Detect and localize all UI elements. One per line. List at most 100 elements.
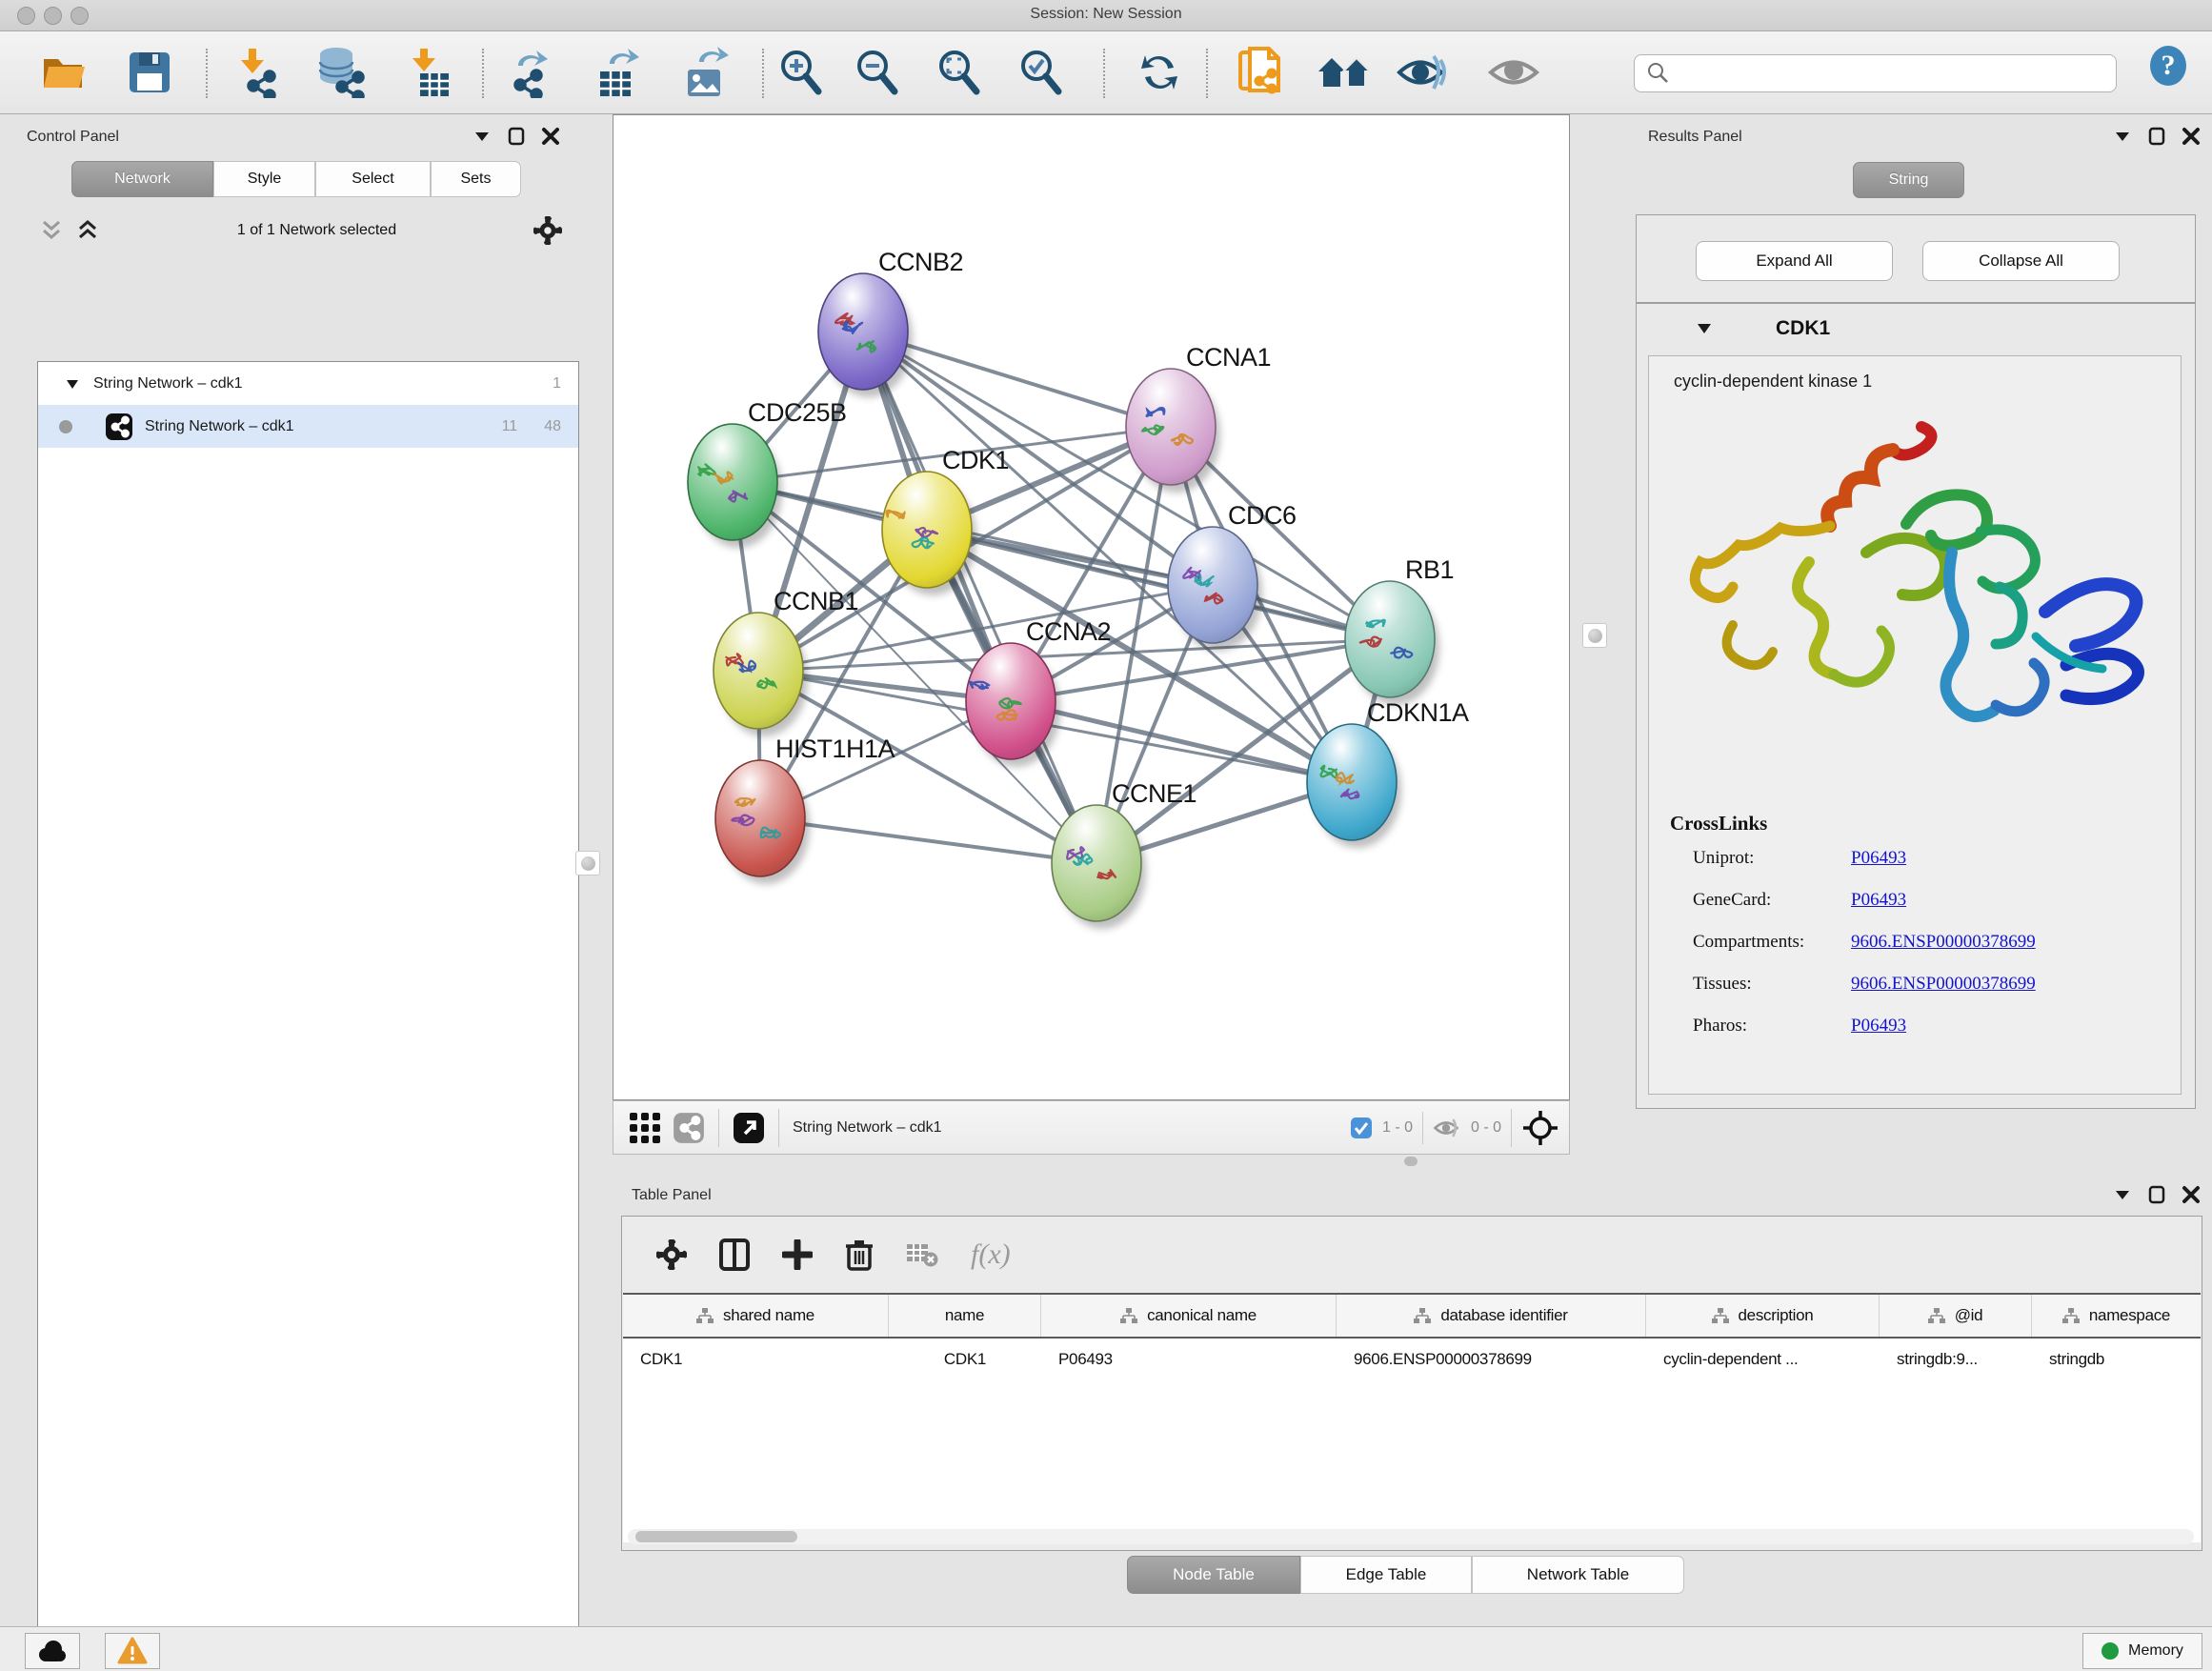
network-node-label: RB1 bbox=[1405, 555, 1454, 584]
crosslink-link[interactable]: P06493 bbox=[1851, 1016, 1906, 1037]
cloud-button[interactable] bbox=[25, 1633, 80, 1669]
cell-id: stringdb:9... bbox=[1880, 1339, 2032, 1380]
help-button[interactable]: ? bbox=[2145, 43, 2191, 93]
search-box[interactable] bbox=[1634, 54, 2117, 92]
tab-style[interactable]: Style bbox=[213, 161, 315, 197]
delete-table-icon[interactable] bbox=[906, 1241, 938, 1268]
column-header[interactable]: description bbox=[1646, 1295, 1880, 1337]
selected-checkbox-icon[interactable] bbox=[1350, 1117, 1373, 1139]
zoom-fit-icon bbox=[935, 48, 984, 97]
panel-maximize-icon[interactable] bbox=[507, 127, 526, 146]
crosslink-link[interactable]: P06493 bbox=[1851, 848, 1906, 869]
crosslink-link[interactable]: P06493 bbox=[1851, 890, 1906, 911]
network-node-label: CDK1 bbox=[942, 446, 1009, 474]
tab-node-table[interactable]: Node Table bbox=[1127, 1556, 1300, 1594]
zoom-in-button[interactable] bbox=[774, 45, 829, 100]
import-table-file-button[interactable] bbox=[400, 45, 455, 100]
entry-expander-icon[interactable] bbox=[1696, 320, 1713, 337]
panel-float-menu-icon[interactable] bbox=[2113, 1185, 2132, 1204]
save-session-button[interactable] bbox=[122, 45, 177, 100]
column-header[interactable]: name bbox=[889, 1295, 1041, 1337]
zoom-out-button[interactable] bbox=[850, 45, 905, 100]
tab-sets[interactable]: Sets bbox=[431, 161, 521, 197]
save-floppy-icon bbox=[128, 50, 171, 94]
tab-select[interactable]: Select bbox=[315, 161, 431, 197]
left-splitter-handle[interactable] bbox=[575, 851, 600, 876]
warnings-button[interactable] bbox=[105, 1633, 160, 1669]
column-header[interactable]: @id bbox=[1880, 1295, 2032, 1337]
network-edge[interactable] bbox=[760, 818, 1096, 863]
export-table-button[interactable] bbox=[591, 45, 646, 100]
hide-selected-button[interactable] bbox=[1395, 45, 1450, 100]
network-collection-row[interactable]: String Network – cdk1 1 bbox=[38, 362, 578, 405]
search-input[interactable] bbox=[1679, 64, 2116, 83]
network-node-CDK1[interactable] bbox=[882, 472, 972, 588]
zoom-selected-button[interactable] bbox=[1014, 45, 1069, 100]
open-session-button[interactable] bbox=[37, 45, 92, 100]
crosslink-link[interactable]: 9606.ENSP00000378699 bbox=[1851, 932, 2036, 953]
network-edge[interactable] bbox=[1011, 701, 1352, 782]
network-node-RB1[interactable] bbox=[1345, 581, 1435, 697]
memory-button[interactable]: Memory bbox=[2082, 1633, 2202, 1669]
network-options-gear-icon[interactable] bbox=[533, 216, 562, 245]
expand-all-icon[interactable] bbox=[75, 218, 100, 243]
panel-float-menu-icon[interactable] bbox=[473, 127, 492, 146]
export-network-button[interactable] bbox=[503, 45, 558, 100]
collapse-all-button[interactable]: Collapse All bbox=[1922, 241, 2120, 281]
table-horizontal-scrollbar[interactable] bbox=[628, 1529, 2194, 1544]
network-node-CDC6[interactable] bbox=[1168, 527, 1257, 643]
entry-description: cyclin-dependent kinase 1 bbox=[1674, 372, 1872, 392]
expand-all-button[interactable]: Expand All bbox=[1696, 241, 1893, 281]
network-node-HIST1H1A[interactable] bbox=[715, 760, 805, 876]
network-node-CCNA1[interactable] bbox=[1126, 369, 1216, 485]
tab-string[interactable]: String bbox=[1853, 162, 1964, 198]
network-row-selected[interactable]: String Network – cdk1 11 48 bbox=[38, 405, 578, 448]
open-in-window-icon[interactable] bbox=[733, 1112, 765, 1144]
network-node-CCNE1[interactable] bbox=[1052, 805, 1141, 921]
collection-expander-icon[interactable] bbox=[65, 376, 80, 392]
column-header[interactable]: shared name bbox=[623, 1295, 889, 1337]
panel-float-menu-icon[interactable] bbox=[2113, 127, 2132, 146]
show-all-button[interactable] bbox=[1317, 45, 1372, 100]
network-graph[interactable]: CCNB2CCNA1CDC25BCDK1CDC6RB1CCNB1CCNA2CDK… bbox=[613, 115, 1569, 1099]
network-node-CCNB2[interactable] bbox=[818, 273, 908, 390]
zoom-fit-button[interactable] bbox=[932, 45, 987, 100]
entry-header[interactable]: CDK1 bbox=[1637, 304, 2195, 353]
right-splitter-handle[interactable] bbox=[1582, 623, 1607, 648]
panel-close-icon[interactable] bbox=[2182, 127, 2201, 146]
delete-column-trash-icon[interactable] bbox=[845, 1238, 874, 1271]
network-edge[interactable] bbox=[863, 332, 1096, 863]
tab-network[interactable]: Network bbox=[71, 161, 213, 197]
show-columns-icon[interactable] bbox=[719, 1238, 750, 1271]
network-badge-icon[interactable] bbox=[673, 1112, 705, 1144]
panel-close-icon[interactable] bbox=[2182, 1185, 2201, 1204]
column-header[interactable]: database identifier bbox=[1337, 1295, 1646, 1337]
export-image-button[interactable] bbox=[678, 45, 734, 100]
horizontal-splitter-handle[interactable] bbox=[1404, 1157, 1418, 1166]
apply-layout-button[interactable] bbox=[1132, 45, 1187, 100]
crosslink-link[interactable]: 9606.ENSP00000378699 bbox=[1851, 974, 2036, 995]
panel-maximize-icon[interactable] bbox=[2147, 1185, 2166, 1204]
network-node-CDC25B[interactable] bbox=[688, 424, 777, 540]
import-network-file-button[interactable] bbox=[227, 45, 282, 100]
panel-close-icon[interactable] bbox=[541, 127, 560, 146]
create-column-plus-icon[interactable] bbox=[782, 1239, 813, 1270]
tab-network-table[interactable]: Network Table bbox=[1472, 1556, 1684, 1594]
network-node-CCNB1[interactable] bbox=[714, 613, 803, 729]
column-header[interactable]: namespace bbox=[2032, 1295, 2201, 1337]
import-network-database-button[interactable] bbox=[312, 45, 368, 100]
birdseye-grid-icon[interactable] bbox=[629, 1112, 661, 1144]
fit-content-crosshair-icon[interactable] bbox=[1521, 1109, 1559, 1147]
scrollbar-thumb[interactable] bbox=[635, 1531, 797, 1542]
hidden-eye-slash-icon[interactable] bbox=[1433, 1117, 1461, 1139]
function-builder-icon[interactable]: f(x) bbox=[971, 1238, 1011, 1271]
column-header[interactable]: canonical name bbox=[1041, 1295, 1337, 1337]
table-row[interactable]: CDK1 CDK1 P06493 9606.ENSP00000378699 cy… bbox=[623, 1339, 2201, 1380]
network-canvas[interactable]: CCNB2CCNA1CDC25BCDK1CDC6RB1CCNB1CCNA2CDK… bbox=[613, 114, 1570, 1100]
tab-edge-table[interactable]: Edge Table bbox=[1300, 1556, 1472, 1594]
clone-network-button[interactable] bbox=[1233, 45, 1288, 100]
panel-maximize-icon[interactable] bbox=[2147, 127, 2166, 146]
show-hidden-button[interactable] bbox=[1486, 45, 1541, 100]
table-options-gear-icon[interactable] bbox=[656, 1239, 687, 1270]
collapse-all-icon[interactable] bbox=[39, 218, 64, 243]
